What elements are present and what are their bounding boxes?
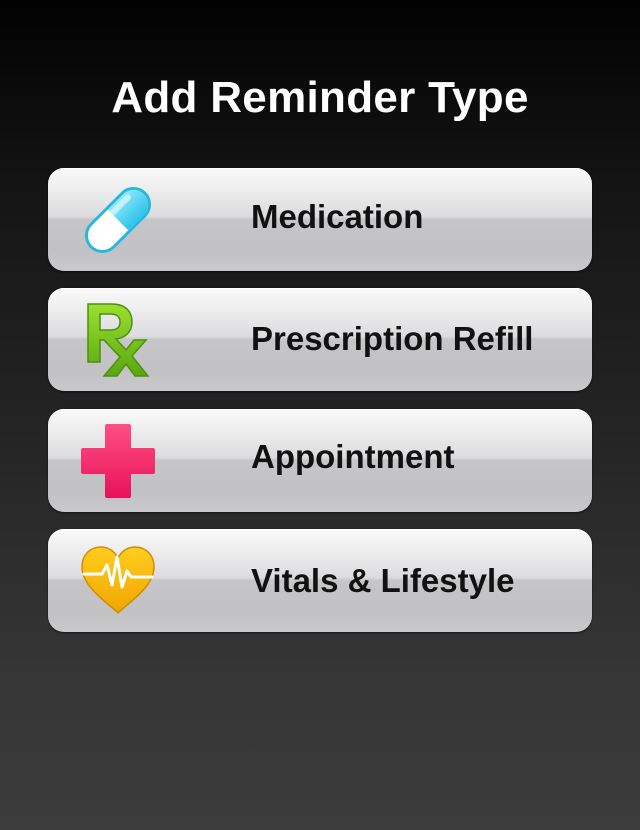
prescription-refill-label: Prescription Refill <box>251 320 534 357</box>
rx-icon <box>78 300 158 380</box>
appointment-label: Appointment <box>251 438 455 475</box>
prescription-refill-button[interactable]: Prescription Refill <box>48 288 592 391</box>
heart-pulse-icon <box>78 541 158 621</box>
page-title: Add Reminder Type <box>111 73 529 122</box>
medication-button[interactable]: Medication <box>48 168 592 271</box>
appointment-button[interactable]: Appointment <box>48 409 592 512</box>
vitals-lifestyle-button[interactable]: Vitals & Lifestyle <box>48 529 592 632</box>
pill-icon <box>78 180 158 260</box>
vitals-lifestyle-label: Vitals & Lifestyle <box>251 562 515 599</box>
medication-label: Medication <box>251 198 424 235</box>
medical-cross-icon <box>78 421 158 501</box>
